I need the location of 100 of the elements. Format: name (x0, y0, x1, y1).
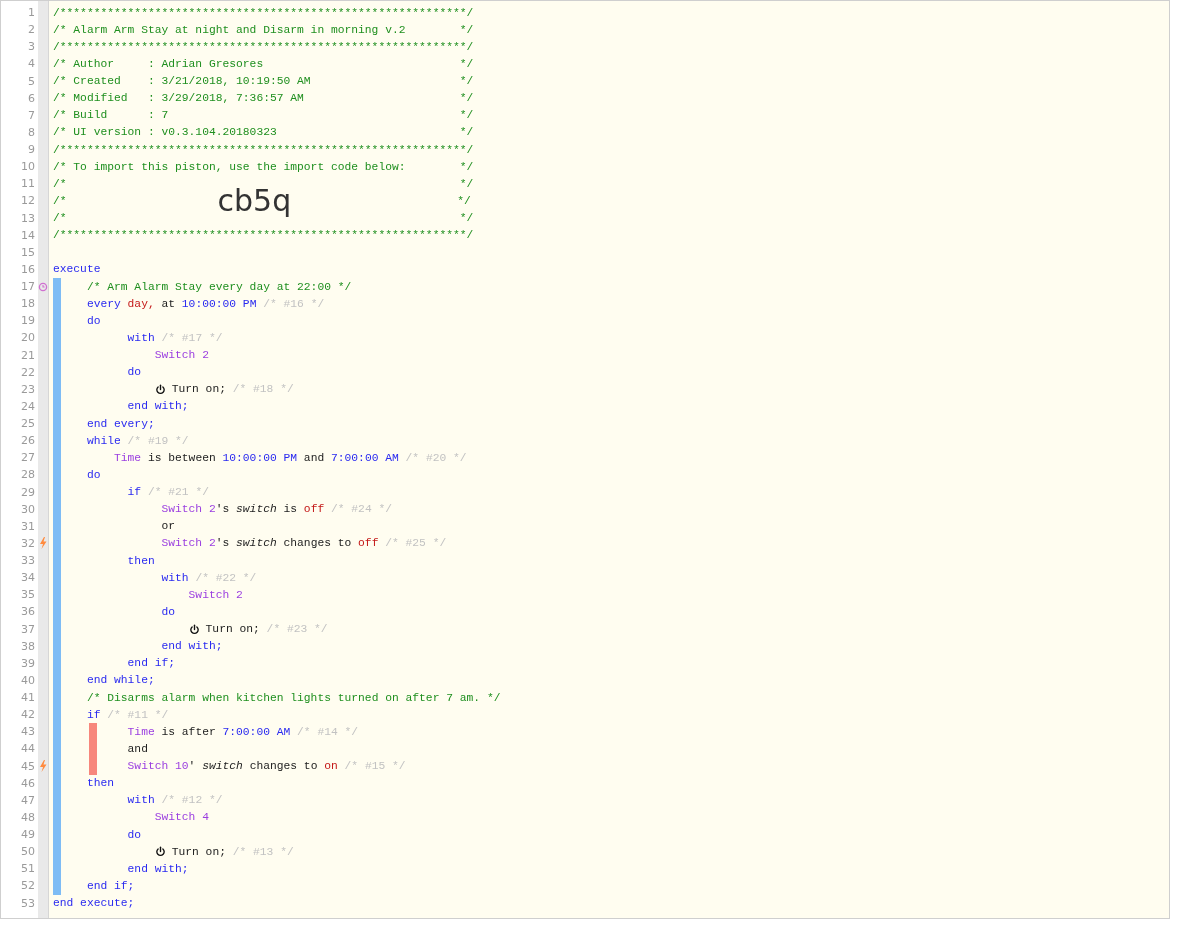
statement-id: /* #21 */ (147, 486, 209, 499)
line-number: 9 (27, 143, 35, 157)
line-number: 48 (20, 810, 35, 824)
line-number: 4 (27, 57, 35, 71)
attribute-name: switch (236, 537, 277, 550)
line-number: 27 (20, 451, 35, 465)
code-keyword: end while; (86, 674, 155, 687)
code-text: and (303, 451, 326, 464)
code-keyword: if (127, 486, 142, 499)
code-comment: /* (53, 194, 67, 207)
device-name: Switch 4 (154, 811, 209, 824)
code-text: and (127, 742, 148, 755)
time-value: 7:00:00 AM (222, 725, 291, 738)
code-value: off (303, 503, 325, 516)
line-number: 24 (20, 399, 35, 413)
statement-id: /* #18 */ (232, 383, 294, 396)
line-number: 14 (20, 228, 35, 242)
device-name: Time (114, 451, 142, 464)
code-comment: */ (457, 194, 471, 207)
device-name: Switch 10 (127, 760, 189, 773)
code-value: off (358, 537, 379, 550)
line-number: 18 (20, 297, 35, 311)
code-value: on (324, 760, 338, 773)
line-number: 32 (20, 536, 35, 550)
statement-id: /* #20 */ (405, 451, 467, 464)
time-value: 7:00:00 AM (331, 451, 399, 464)
device-name: Time (127, 725, 155, 738)
line-number: 16 (20, 262, 35, 276)
line-number: 46 (20, 776, 35, 790)
line-number: 40 (20, 673, 35, 687)
import-code: cb5q (217, 182, 292, 219)
line-number: 5 (27, 74, 35, 88)
code-keyword: execute (53, 263, 101, 276)
code-keyword: then (86, 777, 115, 790)
statement-id: /* #14 */ (297, 725, 359, 738)
code-keyword: then (127, 554, 155, 567)
code-text: is between (147, 451, 217, 464)
line-number: 20 (20, 331, 35, 345)
time-value: 10:00:00 PM (222, 451, 298, 464)
line-number: 38 (20, 639, 35, 653)
code-keyword: if (86, 708, 101, 721)
code-comment: /************************************************************/ (53, 229, 474, 242)
line-number: 49 (20, 828, 35, 842)
code-keyword: do (86, 468, 101, 481)
line-number: 17 (20, 280, 35, 294)
code-comment: /************************************************************/ (53, 143, 474, 156)
statement-id: /* #16 */ (263, 297, 325, 310)
power-icon (188, 623, 200, 635)
line-number: 33 (20, 554, 35, 568)
statement-id: /* #24 */ (331, 503, 392, 516)
line-number: 43 (20, 725, 35, 739)
code-text: or (161, 520, 176, 533)
code-comment: /* To import this piston, use the import code below: */ (53, 160, 474, 173)
code-comment: /* Author : Adrian Gresores */ (53, 57, 474, 70)
line-number: 1 (27, 6, 35, 20)
line-number: 11 (20, 177, 35, 191)
line-number: 19 (20, 314, 35, 328)
code-comment: /* Arm Alarm Stay every day at 22:00 */ (86, 280, 352, 293)
code-keyword: while (86, 434, 121, 447)
line-number: 21 (20, 348, 35, 362)
code-comment: /* Alarm Arm Stay at night and Disarm in morning v.2 */ (53, 23, 474, 36)
line-number: 35 (20, 588, 35, 602)
line-number: 30 (20, 502, 35, 516)
device-name: Switch 2 (161, 503, 216, 516)
code-text: at (161, 297, 177, 310)
line-number: 26 (20, 434, 35, 448)
line-number: 53 (20, 896, 35, 910)
line-number: 25 (20, 417, 35, 431)
line-number: 47 (20, 793, 35, 807)
code-keyword: end with; (127, 400, 189, 413)
code-keyword: end every; (86, 417, 155, 430)
line-number: 34 (20, 571, 35, 585)
line-number: 8 (27, 125, 35, 139)
statement-id: /* #23 */ (266, 623, 328, 636)
code-comment: /* Created : 3/21/2018, 10:19:50 AM */ (53, 75, 474, 88)
code-keyword: do (161, 605, 176, 618)
code-keyword: do (127, 828, 142, 841)
line-number: 45 (20, 759, 35, 773)
line-number: 37 (20, 622, 35, 636)
line-number: 23 (20, 382, 35, 396)
time-value: 10:00:00 PM (181, 297, 257, 310)
line-number: 50 (20, 845, 35, 859)
attribute-name: switch (236, 503, 277, 516)
line-number: 13 (20, 211, 35, 225)
line-number: 6 (27, 91, 35, 105)
code-text: is after (161, 725, 217, 738)
code-keyword: every (86, 297, 121, 310)
statement-id: /* #15 */ (344, 760, 406, 773)
device-name: Switch 2 (154, 349, 209, 362)
line-number: 28 (20, 468, 35, 482)
line-number: 39 (20, 656, 35, 670)
statement-id: /* #25 */ (385, 537, 447, 550)
code-keyword: end execute; (53, 897, 135, 910)
statement-id: /* #17 */ (161, 331, 223, 344)
code-text: ' (188, 760, 197, 773)
code-text: changes to (283, 537, 353, 550)
attribute-name: switch (202, 760, 243, 773)
line-number: 7 (27, 108, 35, 122)
device-name: Switch 2 (161, 537, 216, 550)
code-text: 's (215, 503, 231, 516)
